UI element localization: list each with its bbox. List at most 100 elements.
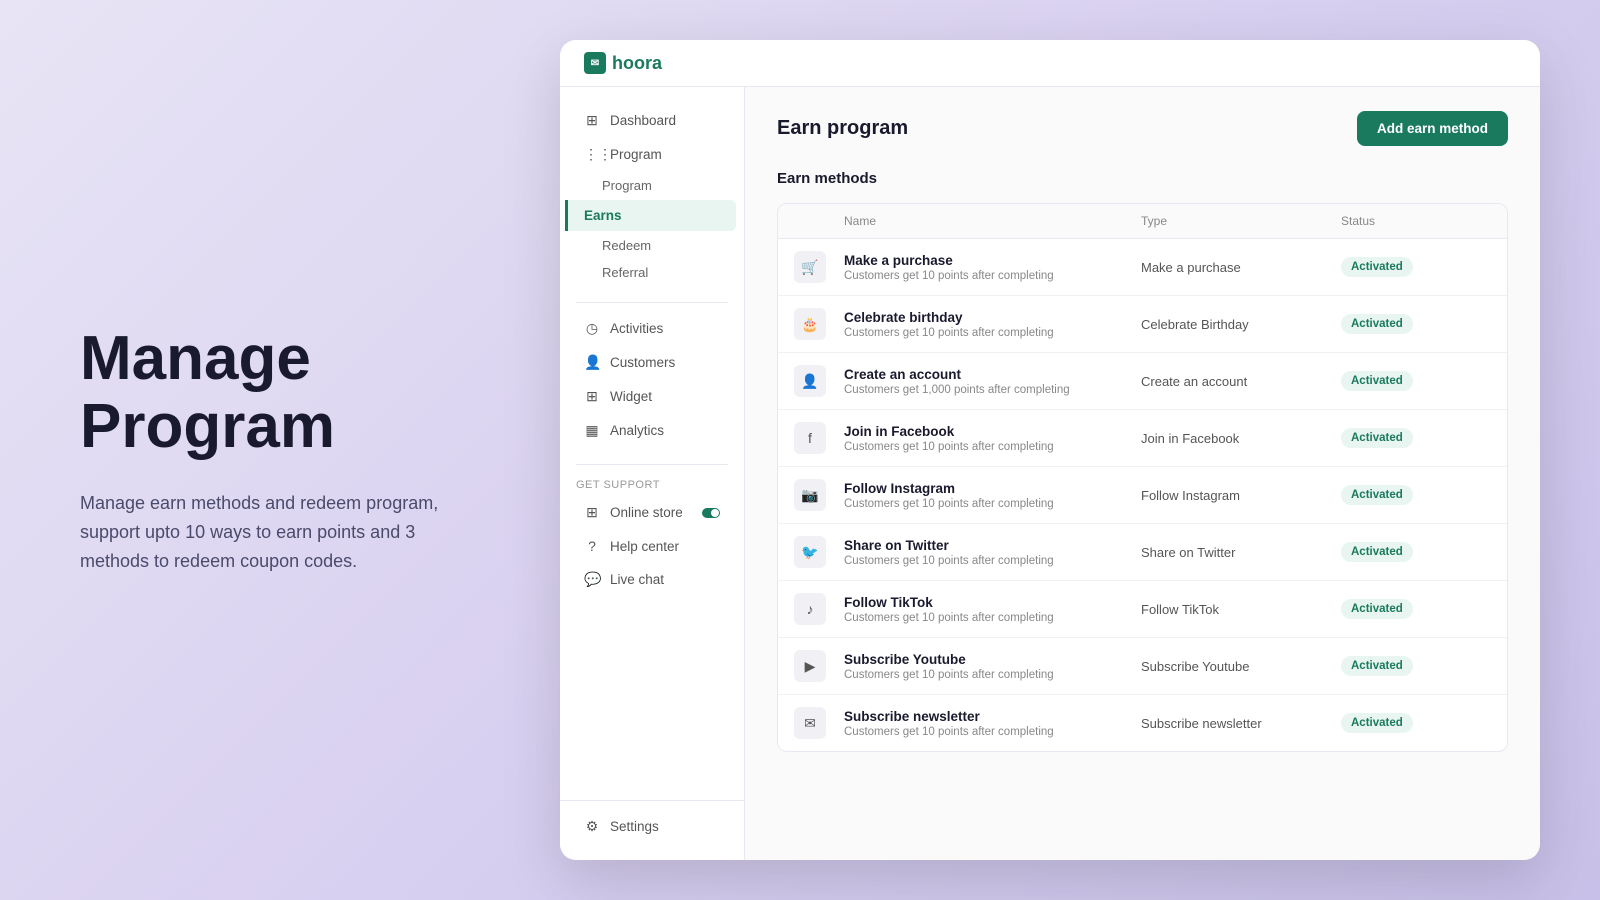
row-type: Follow Instagram [1141,488,1341,503]
earn-methods-section-title: Earn methods [777,170,1508,187]
row-type: Create an account [1141,374,1341,389]
col-name: Name [844,214,1141,228]
logo-text: hoora [612,53,662,74]
col-type: Type [1141,214,1341,228]
sidebar-divider-2 [576,464,728,465]
row-type: Subscribe newsletter [1141,716,1341,731]
table-row[interactable]: 📷 Follow Instagram Customers get 10 poin… [778,467,1507,524]
toggle-switch[interactable] [702,508,720,518]
sidebar-item-online-store[interactable]: ⊞ Online store [568,496,736,529]
status-badge: Activated [1341,485,1413,505]
table-row[interactable]: 🛒 Make a purchase Customers get 10 point… [778,239,1507,296]
table-row[interactable]: ▶ Subscribe Youtube Customers get 10 poi… [778,638,1507,695]
row-description: Customers get 10 points after completing [844,441,1141,453]
row-info: Create an account Customers get 1,000 po… [844,367,1141,396]
row-description: Customers get 10 points after completing [844,327,1141,339]
row-icon: 🛒 [794,251,826,283]
sidebar-subitem-redeem[interactable]: Redeem [560,232,744,259]
description-text: Manage earn methods and redeem program, … [80,489,460,575]
settings-icon: ⚙ [584,818,600,835]
sidebar-program-label: Program [610,147,662,162]
row-info: Follow Instagram Customers get 10 points… [844,481,1141,510]
row-type: Follow TikTok [1141,602,1341,617]
row-status: Activated [1341,656,1491,676]
row-info: Subscribe newsletter Customers get 10 po… [844,709,1141,738]
sidebar-item-activities[interactable]: ◷ Activities [568,312,736,345]
row-info: Share on Twitter Customers get 10 points… [844,538,1141,567]
table-row[interactable]: 🐦 Share on Twitter Customers get 10 poin… [778,524,1507,581]
sidebar-item-live-chat[interactable]: 💬 Live chat [568,563,736,596]
sidebar-subitem-earns[interactable]: Earns [565,200,736,231]
sidebar-item-help-center[interactable]: ? Help center [568,530,736,562]
sidebar-item-analytics[interactable]: ▦ Analytics [568,414,736,447]
table-row[interactable]: 👤 Create an account Customers get 1,000 … [778,353,1507,410]
status-badge: Activated [1341,713,1413,733]
table-row[interactable]: ♪ Follow TikTok Customers get 10 points … [778,581,1507,638]
row-status: Activated [1341,542,1491,562]
row-status: Activated [1341,257,1491,277]
row-icon: 🎂 [794,308,826,340]
row-name: Follow Instagram [844,481,1141,496]
sidebar-divider-1 [576,302,728,303]
row-description: Customers get 10 points after completing [844,498,1141,510]
sidebar-subitem-referral[interactable]: Referral [560,259,744,286]
row-type: Celebrate Birthday [1141,317,1341,332]
row-description: Customers get 10 points after completing [844,612,1141,624]
get-support-label: Get support [560,473,744,495]
live-chat-icon: 💬 [584,571,600,588]
row-description: Customers get 1,000 points after complet… [844,384,1141,396]
row-icon: f [794,422,826,454]
main-heading: Manage Program [80,325,460,461]
sidebar: ⊞ Dashboard ⋮⋮ Program Program Earns Red… [560,87,745,860]
row-info: Celebrate birthday Customers get 10 poin… [844,310,1141,339]
row-status: Activated [1341,599,1491,619]
row-description: Customers get 10 points after completing [844,726,1141,738]
sidebar-item-dashboard[interactable]: ⊞ Dashboard [568,104,736,137]
row-name: Create an account [844,367,1141,382]
table-row[interactable]: 🎂 Celebrate birthday Customers get 10 po… [778,296,1507,353]
status-badge: Activated [1341,371,1413,391]
sidebar-support-section: Get support ⊞ Online store ? Help center… [560,473,744,597]
row-description: Customers get 10 points after completing [844,555,1141,567]
col-status: Status [1341,214,1491,228]
customers-icon: 👤 [584,354,600,371]
add-earn-method-button[interactable]: Add earn method [1357,111,1508,146]
table-row[interactable]: f Join in Facebook Customers get 10 poin… [778,410,1507,467]
heading-line1: Manage [80,324,311,393]
row-info: Subscribe Youtube Customers get 10 point… [844,652,1141,681]
sidebar-item-widget[interactable]: ⊞ Widget [568,380,736,413]
status-badge: Activated [1341,542,1413,562]
row-description: Customers get 10 points after completing [844,270,1141,282]
sidebar-subitem-program[interactable]: Program [560,172,744,199]
earn-methods-rows: 🛒 Make a purchase Customers get 10 point… [778,239,1507,751]
sidebar-item-program[interactable]: ⋮⋮ Program [568,138,736,171]
row-info: Make a purchase Customers get 10 points … [844,253,1141,282]
sidebar-item-customers[interactable]: 👤 Customers [568,346,736,379]
row-name: Subscribe Youtube [844,652,1141,667]
row-info: Join in Facebook Customers get 10 points… [844,424,1141,453]
row-name: Subscribe newsletter [844,709,1141,724]
widget-icon: ⊞ [584,388,600,405]
row-name: Make a purchase [844,253,1141,268]
row-status: Activated [1341,713,1491,733]
row-name: Share on Twitter [844,538,1141,553]
logo-icon: ✉ [584,52,606,74]
status-badge: Activated [1341,656,1413,676]
activities-icon: ◷ [584,320,600,337]
row-icon: ▶ [794,650,826,682]
program-icon: ⋮⋮ [584,146,600,163]
row-name: Celebrate birthday [844,310,1141,325]
row-icon: 📷 [794,479,826,511]
sidebar-dashboard-label: Dashboard [610,113,676,128]
row-status: Activated [1341,428,1491,448]
row-icon: ♪ [794,593,826,625]
sidebar-bottom: ⚙ Settings [560,800,744,844]
sidebar-more-nav: ◷ Activities 👤 Customers ⊞ Widget ▦ Anal… [560,311,744,448]
table-row[interactable]: ✉ Subscribe newsletter Customers get 10 … [778,695,1507,751]
row-description: Customers get 10 points after completing [844,669,1141,681]
sidebar-item-settings[interactable]: ⚙ Settings [568,810,736,843]
row-status: Activated [1341,371,1491,391]
heading-line2: Program [80,392,335,461]
sidebar-main-nav: ⊞ Dashboard ⋮⋮ Program Program Earns Red… [560,103,744,286]
page-title: Earn program [777,117,908,140]
